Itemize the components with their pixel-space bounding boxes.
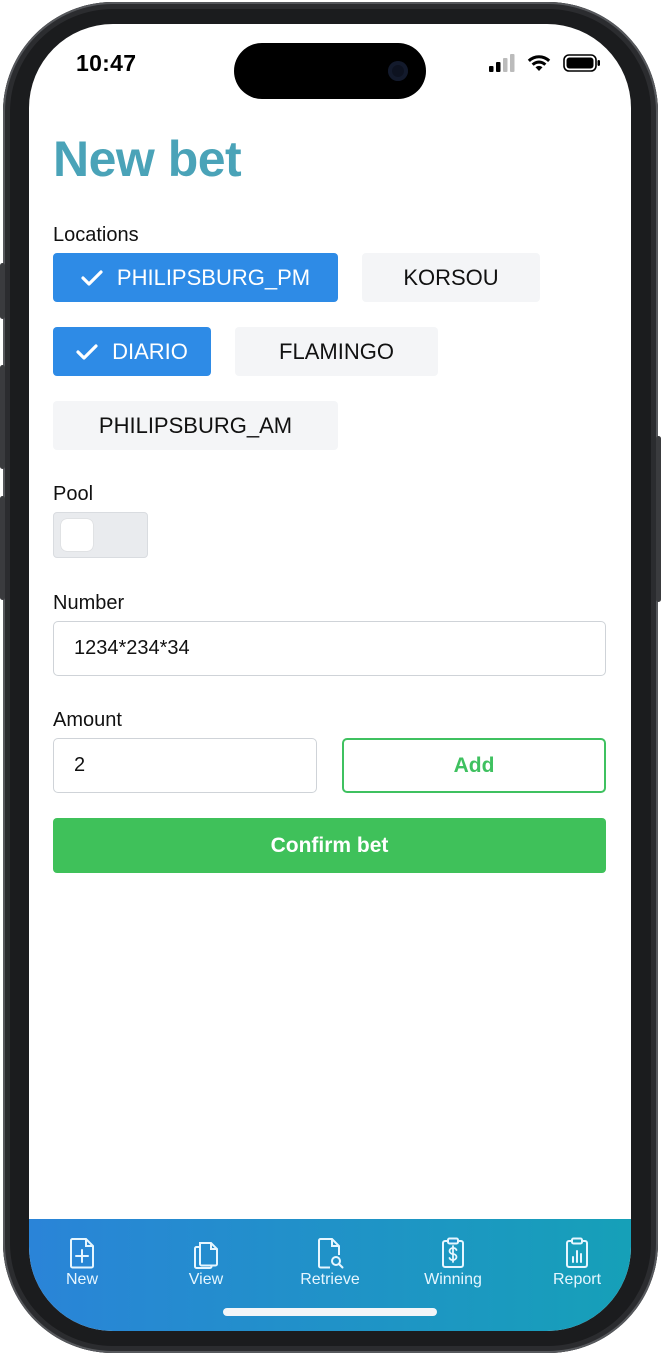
chip-label: FLAMINGO	[279, 338, 394, 364]
chip-label: PHILIPSBURG_AM	[98, 412, 293, 438]
tab-label: Report	[552, 1271, 602, 1288]
status-icons	[489, 54, 601, 72]
check-icon	[76, 343, 98, 360]
battery-icon	[563, 54, 600, 72]
clipboard-chart-icon	[566, 1237, 588, 1268]
location-chip-diario[interactable]: DIARIO	[53, 327, 211, 376]
location-chip-philipsburg-pm[interactable]: PHILIPSBURG_PM	[53, 253, 338, 302]
receipt-dollar-icon	[442, 1237, 464, 1268]
location-chip-philipsburg-am[interactable]: PHILIPSBURG_AM	[53, 401, 338, 450]
file-plus-icon	[70, 1238, 94, 1269]
tab-report[interactable]: Report	[522, 1237, 631, 1289]
pool-toggle[interactable]	[53, 512, 148, 558]
toggle-knob	[61, 519, 93, 551]
page-title: New bet	[53, 131, 242, 187]
tab-new[interactable]: New	[29, 1237, 137, 1289]
add-button[interactable]: Add	[342, 738, 606, 793]
files-icon	[194, 1242, 218, 1269]
locations-label: Locations	[53, 224, 139, 246]
amount-label: Amount	[53, 709, 122, 731]
power-button	[656, 436, 661, 602]
location-chip-flamingo[interactable]: FLAMINGO	[235, 327, 438, 376]
chip-label: PHILIPSBURG_PM	[116, 264, 311, 290]
pool-label: Pool	[53, 483, 94, 505]
home-indicator[interactable]	[223, 1308, 437, 1316]
tab-winning[interactable]: Winning	[398, 1237, 508, 1289]
tab-label: Retrieve	[300, 1271, 360, 1288]
amount-input[interactable]: 2	[53, 738, 317, 793]
number-input[interactable]: 1234*234*34	[53, 621, 606, 676]
number-label: Number	[53, 592, 125, 614]
tab-view[interactable]: View	[151, 1237, 261, 1289]
location-chip-korsou[interactable]: KORSOU	[362, 253, 540, 302]
cellular-signal-icon	[489, 54, 515, 72]
app-screen: 10:47 New bet Locations PHILIPSBURG_PM K…	[29, 24, 631, 1331]
tab-retrieve[interactable]: Retrieve	[275, 1237, 385, 1289]
wifi-icon	[527, 55, 551, 71]
tab-label: Winning	[424, 1271, 482, 1288]
dynamic-island	[234, 43, 426, 99]
chip-label: DIARIO	[112, 338, 188, 364]
tab-label: New	[65, 1271, 98, 1288]
volume-up-button	[0, 365, 5, 469]
check-icon	[81, 269, 103, 286]
tab-label: View	[188, 1271, 224, 1288]
file-search-icon	[318, 1238, 344, 1269]
volume-down-button	[0, 496, 5, 600]
action-button	[0, 263, 5, 319]
camera-icon	[388, 61, 408, 81]
confirm-bet-button[interactable]: Confirm bet	[53, 818, 606, 873]
status-time: 10:47	[76, 50, 137, 76]
chip-label: KORSOU	[403, 264, 499, 290]
